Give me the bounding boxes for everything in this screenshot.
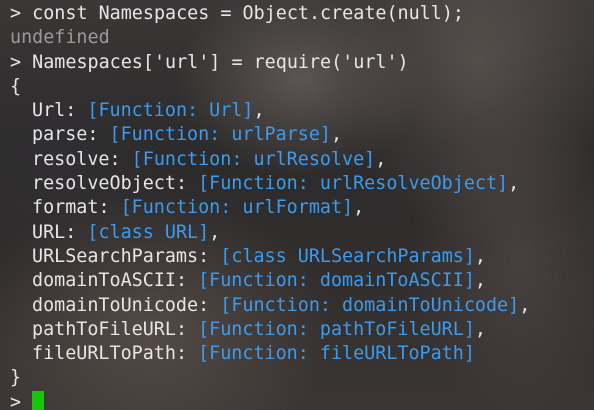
terminal-window[interactable]: > const Namespaces = Object.create(null)… [0,0,594,410]
close-brace: } [10,367,22,389]
prompt-symbol: > [10,3,22,24]
entry-key: resolve [32,148,110,170]
command-line: > Namespaces['url'] = require('url') [10,51,594,75]
entry-separator: , [253,100,265,122]
object-entry: domainToUnicode: [Function: domainToUnic… [32,294,531,316]
entry-key: pathToFileURL [32,318,176,340]
object-entry: format: [Function: urlFormat], [32,197,365,219]
entry-value: [Function: Url] [87,100,254,122]
entry-value: [Function: pathToFileURL] [198,318,475,340]
entry-key: URLSearchParams [32,245,199,267]
object-entry: pathToFileURL: [Function: pathToFileURL]… [32,318,486,340]
prompt-symbol: > [10,391,22,410]
entry-value: [Function: fileURLToPath] [198,343,475,365]
entry-separator: , [474,318,486,340]
entry-value: [Function: urlResolve] [131,148,376,170]
entry-separator: , [474,270,486,292]
object-entry: Url: [Function: Url], [32,100,265,122]
entry-separator: , [375,148,387,170]
entry-key: domainToUnicode [32,294,199,316]
object-entry: URLSearchParams: [class URLSearchParams]… [32,245,486,267]
object-entry: resolveObject: [Function: urlResolveObje… [32,173,520,195]
object-entry: domainToASCII: [Function: domainToASCII]… [32,270,486,292]
entry-key: fileURLToPath [32,343,176,365]
entry-value: [Function: domainToUnicode] [220,294,520,316]
entry-value: [Function: urlParse] [109,124,331,146]
entry-value: [Function: urlResolveObject] [198,173,509,195]
command-text: const Namespaces = Object.create(null); [32,3,464,24]
command-line: > const Namespaces = Object.create(null)… [10,2,594,26]
entry-value: [Function: domainToASCII] [198,270,475,292]
terminal-output: > const Namespaces = Object.create(null)… [10,2,594,410]
command-text: Namespaces['url'] = require('url') [32,51,409,73]
prompt-symbol: > [10,51,22,73]
entry-value: [class URL] [87,221,210,243]
object-entry: fileURLToPath: [Function: fileURLToPath] [32,343,475,365]
open-brace: { [10,75,22,97]
entry-key: Url [32,100,66,122]
entry-key: resolveObject [32,173,176,195]
object-entry: resolve: [Function: urlResolve], [32,148,387,170]
entry-value: [Function: urlFormat] [120,197,354,219]
entry-separator: , [209,221,221,243]
entry-key: parse [32,124,88,146]
entry-key: format [32,197,99,219]
entry-value: [class URLSearchParams] [220,245,475,267]
entry-separator: , [474,245,486,267]
entry-key: URL [32,221,66,243]
entry-separator: , [508,173,520,195]
object-entry: URL: [class URL], [32,221,221,243]
object-entry: parse: [Function: urlParse], [32,124,343,146]
input-line[interactable]: > [10,390,594,410]
entry-separator: , [330,124,343,146]
text-cursor [32,390,45,410]
entry-separator: , [353,197,365,219]
entry-key: domainToASCII [32,270,176,292]
entry-separator: , [519,294,531,316]
result-line: undefined [10,27,110,49]
